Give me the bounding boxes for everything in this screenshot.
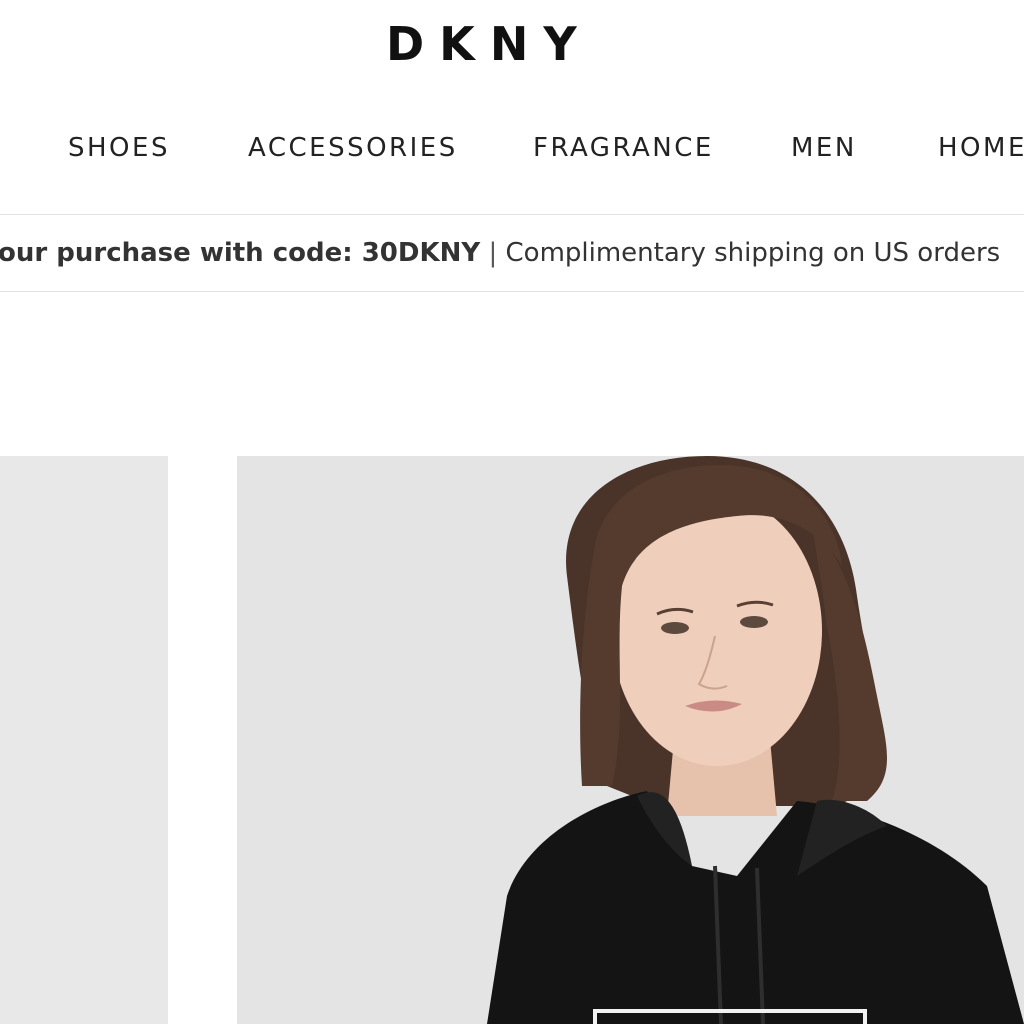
shipping-text[interactable]: Complimentary shipping on US orders [506, 238, 1001, 268]
nav-item-shoes[interactable]: SHOES [68, 128, 170, 168]
nav-item-fragrance[interactable]: FRAGRANCE [533, 128, 714, 168]
nav-item-accessories[interactable]: ACCESSORIES [248, 128, 458, 168]
nav-item-men[interactable]: MEN [791, 128, 857, 168]
model-photo-illustration [487, 456, 1024, 1024]
main-navigation: SHOES ACCESSORIES FRAGRANCE MEN HOME [0, 128, 1024, 168]
promo-text: our purchase with code: 30DKNY | Complim… [0, 233, 1000, 273]
promo-separator: | [488, 238, 498, 268]
promo-code-text: our purchase with code: 30DKNY [0, 238, 481, 268]
dkny-logo[interactable]: DKNY [386, 18, 586, 70]
promo-banner: our purchase with code: 30DKNY | Complim… [0, 214, 1024, 292]
nav-item-home[interactable]: HOME [938, 128, 1024, 168]
hero-image[interactable] [237, 456, 1024, 1024]
hero-left-panel[interactable] [0, 456, 168, 1024]
page: DKNY SHOES ACCESSORIES FRAGRANCE MEN HOM… [0, 0, 1024, 1024]
